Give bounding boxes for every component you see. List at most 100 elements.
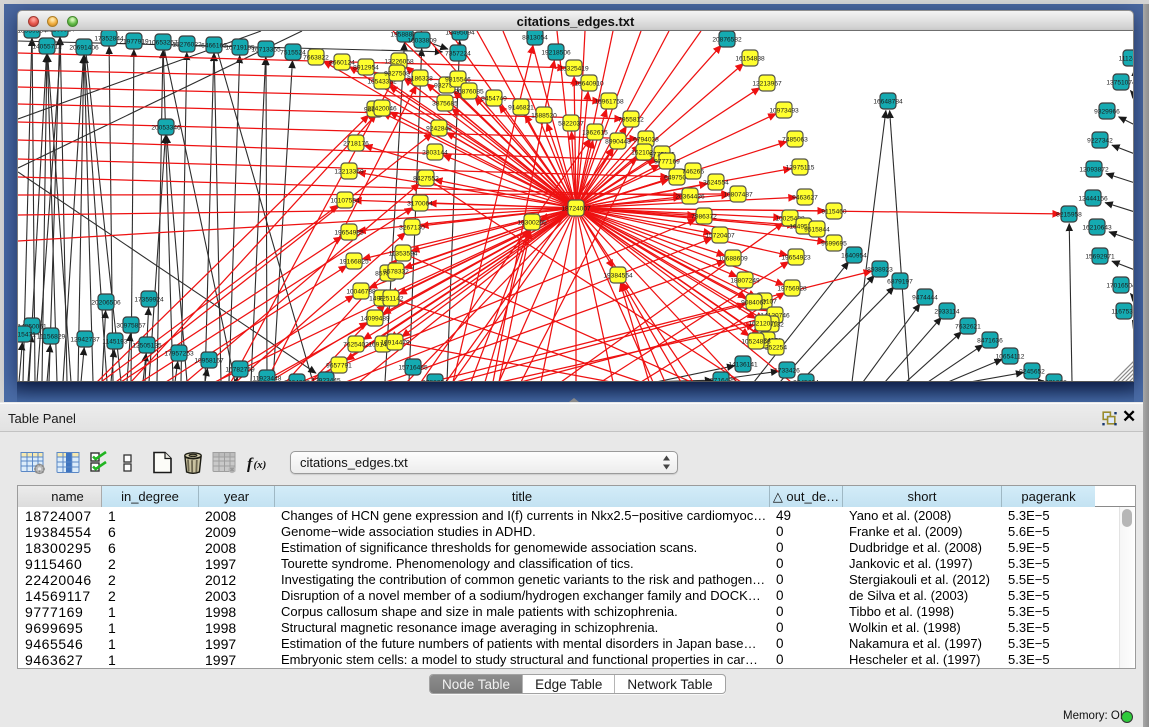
svg-text:12505135: 12505135 <box>132 342 162 349</box>
svg-text:9084067: 9084067 <box>741 299 767 306</box>
svg-text:8912954: 8912954 <box>353 64 379 71</box>
svg-text:12213369: 12213369 <box>334 168 364 175</box>
svg-text:8427552: 8427552 <box>413 175 439 182</box>
svg-text:12923445: 12923445 <box>311 377 341 382</box>
svg-text:1112440: 1112440 <box>1119 55 1134 62</box>
svg-text:8990448: 8990448 <box>605 138 631 145</box>
svg-text:12213967: 12213967 <box>752 80 782 87</box>
svg-text:9463627: 9463627 <box>792 194 818 201</box>
svg-text:3170064: 3170064 <box>407 200 433 207</box>
svg-text:12093872: 12093872 <box>1079 166 1109 173</box>
svg-text:12169524: 12169524 <box>45 31 75 33</box>
svg-text:16154838: 16154838 <box>735 55 765 62</box>
svg-text:252254: 252254 <box>765 344 787 351</box>
svg-text:19654985: 19654985 <box>334 229 364 236</box>
svg-text:10107554: 10107554 <box>330 197 360 204</box>
svg-text:1362615: 1362615 <box>582 129 608 136</box>
svg-text:18495094: 18495094 <box>445 31 475 36</box>
svg-text:10524858: 10524858 <box>741 338 771 345</box>
svg-text:9732954: 9732954 <box>422 379 448 382</box>
svg-text:6794028: 6794028 <box>633 136 659 143</box>
svg-text:8938923: 8938923 <box>867 266 893 273</box>
svg-text:15276022: 15276022 <box>172 41 202 48</box>
svg-text:9815546: 9815546 <box>445 76 471 83</box>
svg-text:9329966: 9329966 <box>1094 108 1120 115</box>
svg-text:26876085: 26876085 <box>454 88 484 95</box>
svg-text:12942737: 12942737 <box>70 336 100 343</box>
svg-text:6466162: 6466162 <box>201 42 227 49</box>
svg-text:10046788: 10046788 <box>346 288 376 295</box>
svg-text:9464988: 9464988 <box>284 379 310 382</box>
svg-text:14055712: 14055712 <box>32 43 62 50</box>
svg-text:5822037: 5822037 <box>558 120 584 127</box>
svg-text:22420046: 22420046 <box>367 105 397 112</box>
svg-text:17016504: 17016504 <box>1106 282 1134 289</box>
svg-text:9242848: 9242848 <box>426 125 452 132</box>
svg-text:11923448: 11923448 <box>253 375 282 382</box>
svg-text:18300295: 18300295 <box>517 219 547 226</box>
svg-text:2803144: 2803144 <box>422 149 448 156</box>
svg-text:8660124: 8660124 <box>329 59 355 66</box>
svg-text:18807249: 18807249 <box>730 277 760 284</box>
svg-text:7485063: 7485063 <box>782 136 808 143</box>
svg-text:20206506: 20206506 <box>91 299 121 306</box>
svg-text:9474444: 9474444 <box>912 294 938 301</box>
svg-text:14136141: 14136141 <box>728 361 758 368</box>
svg-text:1640954: 1640954 <box>841 252 867 259</box>
svg-text:13751074: 13751074 <box>1106 79 1134 86</box>
svg-text:17957253: 17957253 <box>164 350 194 357</box>
svg-text:18939564: 18939564 <box>18 31 47 34</box>
svg-text:9777169: 9777169 <box>654 158 680 165</box>
svg-text:9245652: 9245652 <box>1019 368 1045 375</box>
svg-text:15716485: 15716485 <box>398 364 428 371</box>
svg-text:3267130: 3267130 <box>399 224 425 231</box>
svg-text:16212076: 16212076 <box>748 320 778 327</box>
svg-text:16713355: 16713355 <box>251 46 281 53</box>
svg-text:15692971: 15692971 <box>1085 253 1115 260</box>
svg-text:7986372: 7986372 <box>691 213 717 220</box>
svg-text:16961758: 16961758 <box>594 98 624 105</box>
svg-text:9657791: 9657791 <box>326 362 352 369</box>
svg-text:8186328: 8186328 <box>407 75 433 82</box>
svg-text:9515844: 9515844 <box>804 226 830 233</box>
svg-text:9699695: 9699695 <box>821 240 847 247</box>
svg-text:19654923: 19654923 <box>781 254 811 261</box>
svg-text:12975115: 12975115 <box>786 164 815 171</box>
svg-text:8578332: 8578332 <box>383 268 409 275</box>
svg-text:7663822: 7663822 <box>303 54 329 61</box>
svg-text:(x): (x) <box>254 459 267 471</box>
svg-text:20691406: 20691406 <box>69 44 99 51</box>
svg-text:8471922: 8471922 <box>1041 379 1067 382</box>
svg-text:8471636: 8471636 <box>977 337 1003 344</box>
svg-text:18724007: 18724007 <box>561 205 591 212</box>
svg-text:7632621: 7632621 <box>955 323 981 330</box>
svg-text:10688609: 10688609 <box>718 255 748 262</box>
svg-text:8215958: 8215958 <box>1056 211 1082 218</box>
svg-text:30975857: 30975857 <box>116 322 146 329</box>
svg-text:20053346: 20053346 <box>151 124 181 131</box>
svg-text:16033809: 16033809 <box>407 37 437 44</box>
svg-text:17359924: 17359924 <box>134 296 164 303</box>
svg-text:9245694: 9245694 <box>793 379 819 382</box>
svg-text:16648784: 16648784 <box>873 98 903 105</box>
svg-text:1145193: 1145193 <box>102 338 128 345</box>
svg-text:16914479: 16914479 <box>380 339 410 346</box>
svg-text:12444156: 12444156 <box>1078 195 1108 202</box>
svg-text:7625402: 7625402 <box>343 341 369 348</box>
svg-text:16782759: 16782759 <box>225 366 255 373</box>
svg-text:9227342: 9227342 <box>1087 137 1113 144</box>
svg-text:7251142: 7251142 <box>378 295 404 302</box>
svg-text:19218506: 19218506 <box>541 49 571 56</box>
svg-text:2933114: 2933114 <box>934 308 960 315</box>
svg-text:6879197: 6879197 <box>887 278 913 285</box>
svg-text:7955812: 7955812 <box>618 116 644 123</box>
svg-text:10807487: 10807487 <box>723 191 753 198</box>
svg-text:10654112: 10654112 <box>996 353 1025 360</box>
svg-text:13226058: 13226058 <box>384 58 414 65</box>
svg-text:3915471: 3915471 <box>18 331 36 338</box>
svg-text:19384554: 19384554 <box>603 272 633 279</box>
svg-text:21977919: 21977919 <box>119 38 149 45</box>
svg-text:3624554: 3624554 <box>703 179 729 186</box>
svg-text:1167534: 1167534 <box>1111 308 1134 315</box>
svg-text:8454749: 8454749 <box>481 95 507 102</box>
